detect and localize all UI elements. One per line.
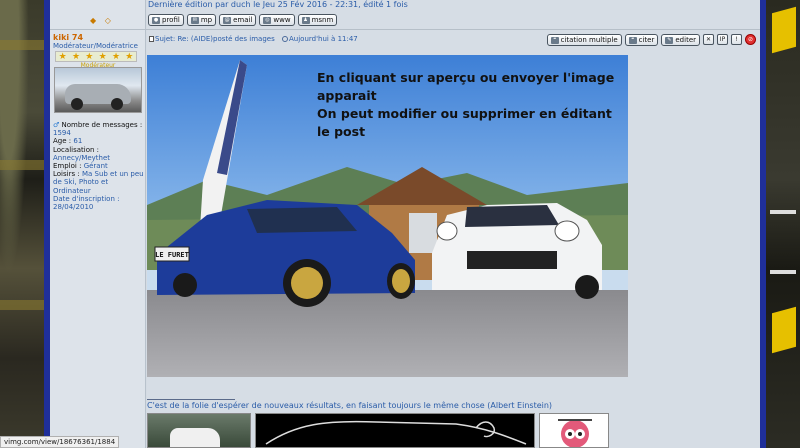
browser-status-bar: vimg.com/view/18676361/1884	[0, 436, 120, 448]
warn-button[interactable]: !	[731, 34, 742, 45]
forum-post: ◆ ◇ Dernière édition par duch le Jeu 25 …	[50, 0, 760, 448]
star-icon: ★	[125, 51, 134, 62]
quote-icon: ❝	[628, 36, 637, 44]
license-plate: LE FURET	[155, 251, 189, 259]
signature-image-car[interactable]	[147, 413, 251, 448]
star-icon: ★	[71, 51, 81, 62]
signup-value: 28/04/2010	[53, 203, 94, 212]
star-icon: ★	[85, 51, 94, 62]
post-header: Sujet: Re: (AIDE)posté des images Aujour…	[147, 33, 760, 47]
rank-stars: ★ ★ ★ ★ ★ ★	[55, 51, 137, 62]
avatar	[54, 67, 142, 113]
nav-arrows[interactable]: ◆ ◇	[90, 16, 114, 25]
user-rank: Modérateur/Modératrice	[53, 42, 138, 50]
edit-icon: ✎	[665, 36, 674, 44]
signature-divider	[147, 399, 235, 400]
ip-button[interactable]: IP	[717, 34, 728, 45]
age-value: 61	[73, 137, 83, 146]
edit-button[interactable]: ✎ editer	[661, 34, 700, 46]
star-icon: ★	[58, 51, 67, 62]
male-icon: ♂	[53, 121, 60, 129]
background-left	[0, 0, 44, 448]
job-value: Gérant	[83, 162, 108, 171]
signature-image-outline[interactable]	[255, 413, 535, 448]
post-time: Aujourd'hui à 11:47	[282, 35, 358, 43]
quote-icon: ❝	[550, 36, 559, 44]
messages-count[interactable]: 1594	[53, 129, 145, 137]
signature-image-logo[interactable]	[539, 413, 609, 448]
photo-caption: En cliquant sur aperçu ou envoyer l'imag…	[317, 70, 615, 139]
star-icon: ★	[111, 51, 121, 62]
background-right	[766, 0, 800, 448]
multi-quote-button[interactable]: ❝ citation multiple	[546, 34, 622, 46]
signup-label: Date d'inscription :	[53, 194, 120, 203]
profile-info: ♂ Nombre de messages : 1594 Age : 61 Loc…	[53, 121, 145, 212]
document-icon	[149, 36, 154, 42]
location-value: Annecy/Meythet	[53, 153, 111, 162]
delete-button[interactable]: ✕	[703, 34, 714, 45]
clock-icon	[282, 36, 288, 42]
quote-button[interactable]: ❝ citer	[624, 34, 659, 46]
post-image[interactable]: LE FURET En cliquant sur aperçu ou envoy…	[147, 55, 628, 377]
post-actions: ❝ citation multiple ❝ citer ✎ editer ✕ IP !…	[546, 34, 756, 46]
signature-text: C'est de la folie d'espérer de nouveaux …	[147, 401, 553, 410]
frame-border-right	[760, 0, 766, 448]
username[interactable]: kiki 74	[53, 33, 83, 42]
report-button[interactable]: ⊘	[745, 34, 756, 45]
star-icon: ★	[98, 51, 107, 62]
post-subject: Sujet: Re: (AIDE)posté des images	[149, 35, 275, 43]
